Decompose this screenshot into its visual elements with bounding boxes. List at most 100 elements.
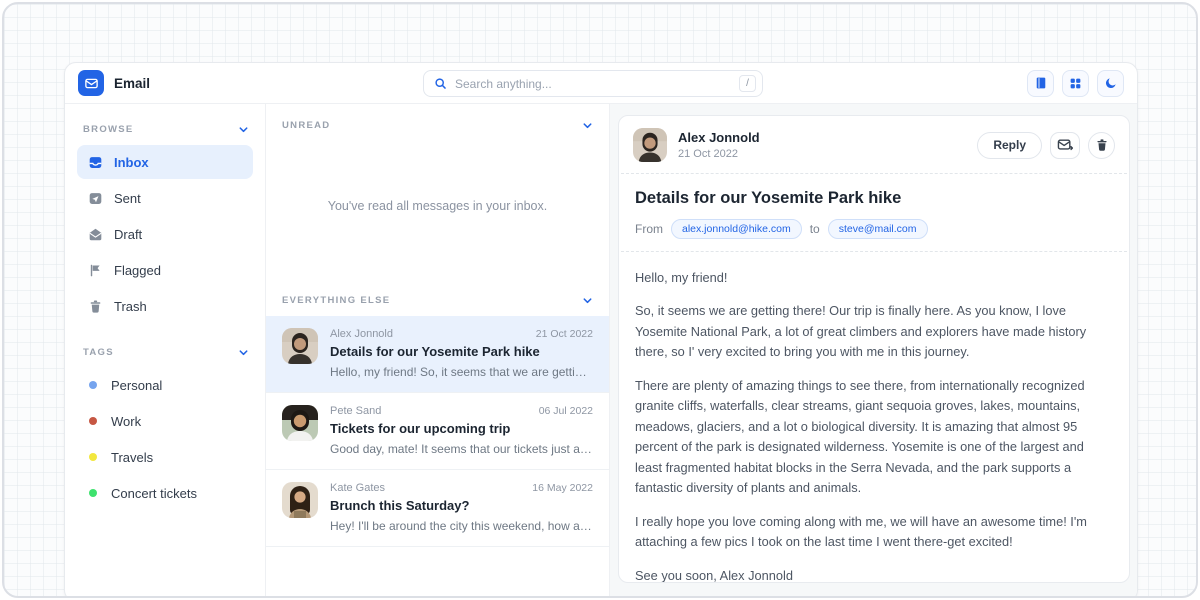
avatar bbox=[282, 405, 318, 441]
forward-mail-button[interactable] bbox=[1050, 132, 1080, 159]
everything-else-section-title: Everything else bbox=[282, 295, 390, 306]
tag-label: Personal bbox=[111, 378, 162, 393]
sidebar-item-flagged[interactable]: Flagged bbox=[77, 253, 253, 287]
chevron-down-icon[interactable] bbox=[238, 124, 249, 135]
message-list-column: Unread You've read all messages in your … bbox=[265, 104, 610, 598]
book-icon bbox=[1034, 76, 1048, 90]
grid-icon bbox=[1069, 77, 1082, 90]
search-input[interactable] bbox=[455, 77, 739, 91]
mail-list-item[interactable]: Kate Gates 16 May 2022 Brunch this Satur… bbox=[266, 470, 609, 547]
body-paragraph: I really hope you love coming along with… bbox=[635, 512, 1113, 553]
from-to-row: From alex.jonnold@hike.com to steve@mail… bbox=[635, 219, 1113, 239]
sent-icon bbox=[87, 191, 103, 206]
tags-section-header: Tags bbox=[77, 337, 253, 368]
avatar bbox=[282, 328, 318, 364]
tag-item-travels[interactable]: Travels bbox=[77, 440, 253, 474]
flag-icon bbox=[87, 263, 103, 278]
app-logo bbox=[78, 70, 104, 96]
detail-sender-name: Alex Jonnold bbox=[678, 130, 760, 145]
inbox-icon bbox=[87, 155, 103, 170]
envelope-icon bbox=[84, 76, 99, 91]
reply-button[interactable]: Reply bbox=[977, 132, 1042, 159]
dark-mode-toggle-button[interactable] bbox=[1097, 70, 1124, 97]
envelope-forward-icon bbox=[1057, 138, 1073, 152]
from-email-pill[interactable]: alex.jonnold@hike.com bbox=[671, 219, 802, 239]
tag-label: Travels bbox=[111, 450, 153, 465]
trash-icon bbox=[87, 299, 103, 314]
to-email-pill[interactable]: steve@mail.com bbox=[828, 219, 928, 239]
message-detail-card: Alex Jonnold 21 Oct 2022 Reply bbox=[618, 115, 1130, 583]
contacts-book-button[interactable] bbox=[1027, 70, 1054, 97]
mail-date: 21 Oct 2022 bbox=[536, 328, 593, 340]
browse-section-title: Browse bbox=[83, 124, 134, 135]
sidebar-item-label: Draft bbox=[114, 227, 142, 242]
chevron-down-icon[interactable] bbox=[582, 120, 593, 131]
tag-color-dot bbox=[89, 381, 97, 389]
mail-sender: Kate Gates bbox=[330, 482, 385, 494]
content-area: Browse Inbox Sent bbox=[65, 104, 1137, 598]
detail-subject: Details for our Yosemite Park hike bbox=[635, 189, 1113, 208]
delete-mail-button[interactable] bbox=[1088, 132, 1115, 159]
detail-header: Alex Jonnold 21 Oct 2022 Reply bbox=[619, 116, 1129, 173]
browse-section-header: Browse bbox=[77, 114, 253, 145]
sidebar: Browse Inbox Sent bbox=[65, 104, 265, 598]
topbar-actions bbox=[1027, 70, 1124, 97]
sidebar-item-trash[interactable]: Trash bbox=[77, 289, 253, 323]
app-title: Email bbox=[114, 76, 150, 91]
detail-actions: Reply bbox=[977, 132, 1115, 159]
tag-label: Concert tickets bbox=[111, 486, 197, 501]
tags-section: Tags Personal Work Travels bbox=[77, 337, 253, 510]
message-detail-column: Alex Jonnold 21 Oct 2022 Reply bbox=[610, 104, 1137, 598]
mail-sender: Alex Jonnold bbox=[330, 328, 393, 340]
from-label: From bbox=[635, 222, 663, 236]
chevron-down-icon[interactable] bbox=[238, 347, 249, 358]
sidebar-item-draft[interactable]: Draft bbox=[77, 217, 253, 251]
search-bar[interactable]: / bbox=[423, 70, 763, 97]
avatar bbox=[282, 482, 318, 518]
tag-item-personal[interactable]: Personal bbox=[77, 368, 253, 402]
tag-label: Work bbox=[111, 414, 141, 429]
tag-item-work[interactable]: Work bbox=[77, 404, 253, 438]
sidebar-item-inbox[interactable]: Inbox bbox=[77, 145, 253, 179]
chevron-down-icon[interactable] bbox=[582, 295, 593, 306]
page-background: Email / bbox=[2, 2, 1198, 598]
body-paragraph: See you soon, Alex Jonnold bbox=[635, 566, 1113, 583]
email-app-window: Email / bbox=[64, 62, 1138, 598]
tags-section-title: Tags bbox=[83, 347, 114, 358]
draft-envelope-icon bbox=[87, 227, 103, 242]
sidebar-item-label: Sent bbox=[114, 191, 141, 206]
search-icon bbox=[434, 77, 447, 90]
unread-empty-state: You've read all messages in your inbox. bbox=[266, 141, 609, 279]
tag-color-dot bbox=[89, 417, 97, 425]
mail-subject: Details for our Yosemite Park hike bbox=[330, 344, 593, 359]
tag-color-dot bbox=[89, 453, 97, 461]
tag-color-dot bbox=[89, 489, 97, 497]
mail-item-body: Kate Gates 16 May 2022 Brunch this Satur… bbox=[330, 482, 593, 533]
mail-list-item[interactable]: Pete Sand 06 Jul 2022 Tickets for our up… bbox=[266, 393, 609, 470]
to-label: to bbox=[810, 222, 820, 236]
sidebar-item-label: Flagged bbox=[114, 263, 161, 278]
trash-icon bbox=[1095, 138, 1109, 152]
mail-preview: Hello, my friend! So, it seems that we a… bbox=[330, 365, 593, 379]
mail-date: 06 Jul 2022 bbox=[539, 405, 593, 417]
mail-list-item[interactable]: Alex Jonnold 21 Oct 2022 Details for our… bbox=[266, 316, 609, 393]
moon-icon bbox=[1104, 76, 1118, 90]
avatar bbox=[633, 128, 667, 162]
search-shortcut-key: / bbox=[739, 75, 756, 92]
message-body: Hello, my friend! So, it seems we are ge… bbox=[619, 252, 1129, 583]
tag-item-concert-tickets[interactable]: Concert tickets bbox=[77, 476, 253, 510]
mail-date: 16 May 2022 bbox=[532, 482, 593, 494]
mail-subject: Brunch this Saturday? bbox=[330, 498, 593, 513]
body-paragraph: There are plenty of amazing things to se… bbox=[635, 376, 1113, 499]
sidebar-item-label: Trash bbox=[114, 299, 147, 314]
sidebar-item-sent[interactable]: Sent bbox=[77, 181, 253, 215]
everything-else-section-header: Everything else bbox=[266, 279, 609, 316]
mail-item-body: Alex Jonnold 21 Oct 2022 Details for our… bbox=[330, 328, 593, 379]
body-paragraph: So, it seems we are getting there! Our t… bbox=[635, 301, 1113, 362]
subject-block: Details for our Yosemite Park hike From … bbox=[619, 174, 1129, 251]
detail-date: 21 Oct 2022 bbox=[678, 148, 760, 160]
unread-section-title: Unread bbox=[282, 120, 330, 131]
unread-section-header: Unread bbox=[266, 104, 609, 141]
body-paragraph: Hello, my friend! bbox=[635, 268, 1113, 288]
apps-grid-button[interactable] bbox=[1062, 70, 1089, 97]
